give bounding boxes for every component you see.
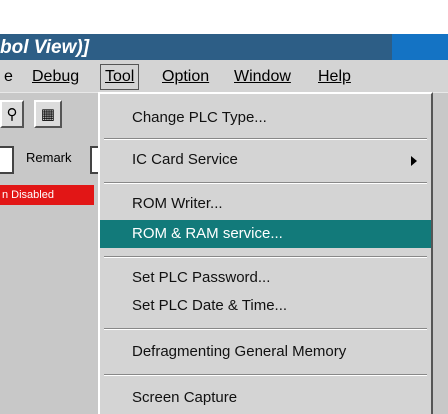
window-title-bar: bol View)] bbox=[0, 34, 448, 60]
menu-help[interactable]: Help bbox=[318, 68, 351, 86]
menu-item-label: IC Card Service bbox=[132, 151, 238, 168]
title-bar-right-segment bbox=[392, 34, 448, 60]
status-badge: n Disabled bbox=[0, 185, 94, 205]
submenu-arrow-icon bbox=[411, 156, 417, 166]
menu-separator bbox=[104, 182, 427, 184]
menu-item-ic-card-service[interactable]: IC Card Service bbox=[100, 146, 431, 174]
menu-separator bbox=[104, 138, 427, 140]
remark-label: Remark bbox=[26, 150, 72, 165]
menu-file[interactable]: e bbox=[4, 68, 13, 86]
menu-item-set-plc-date-time[interactable]: Set PLC Date & Time... bbox=[100, 292, 431, 320]
menu-item-rom-ram-service[interactable]: ROM & RAM service... bbox=[100, 220, 431, 248]
remark-left-field[interactable] bbox=[0, 146, 14, 174]
tool-menu-dropdown: Change PLC Type... IC Card Service ROM W… bbox=[98, 92, 433, 414]
menu-item-set-plc-password[interactable]: Set PLC Password... bbox=[100, 264, 431, 292]
menu-item-change-plc-type[interactable]: Change PLC Type... bbox=[100, 104, 431, 132]
menu-window[interactable]: Window bbox=[234, 68, 291, 86]
menu-separator bbox=[104, 256, 427, 258]
menu-option[interactable]: Option bbox=[162, 68, 209, 86]
menu-tool[interactable]: Tool bbox=[100, 64, 140, 90]
menu-debug[interactable]: Debug bbox=[32, 68, 79, 86]
menu-item-defragmenting-memory[interactable]: Defragmenting General Memory bbox=[100, 338, 431, 366]
binoculars-icon[interactable]: ⚲ bbox=[0, 100, 24, 128]
menu-item-rom-writer[interactable]: ROM Writer... bbox=[100, 190, 431, 218]
menu-separator bbox=[104, 328, 427, 330]
grid-icon[interactable]: ▦ bbox=[34, 100, 62, 128]
window-title: bol View)] bbox=[0, 37, 90, 58]
menu-item-screen-capture[interactable]: Screen Capture bbox=[100, 384, 431, 412]
menu-separator bbox=[104, 374, 427, 376]
menu-bar: e Debug Tool Option Window Help bbox=[0, 60, 448, 92]
